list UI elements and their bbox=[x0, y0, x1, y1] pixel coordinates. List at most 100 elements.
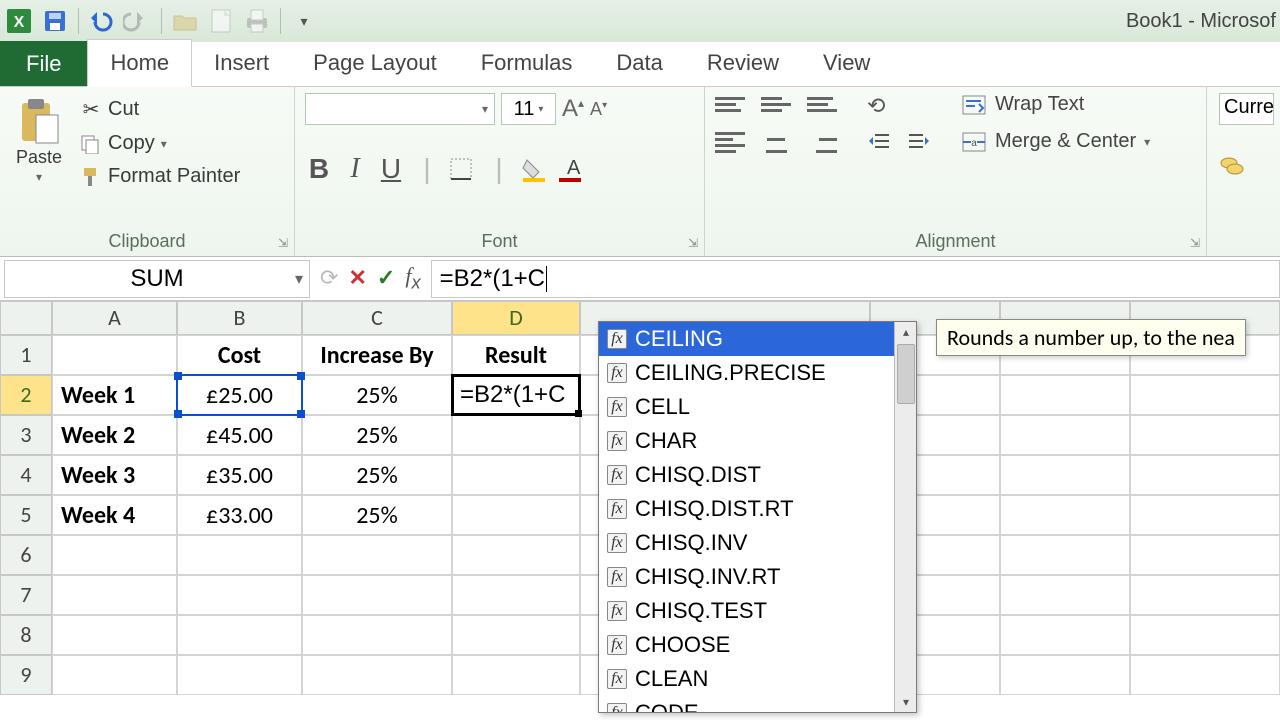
cell-C3[interactable]: 25% bbox=[302, 415, 452, 455]
autocomplete-item[interactable]: fxCEILING.PRECISE bbox=[599, 356, 894, 390]
cell[interactable] bbox=[452, 615, 580, 655]
scroll-thumb[interactable] bbox=[897, 344, 915, 404]
cell-D1[interactable]: Result bbox=[452, 335, 580, 375]
format-painter-button[interactable]: Format Painter bbox=[78, 161, 242, 192]
cell-B4[interactable]: £35.00 bbox=[177, 455, 302, 495]
save-icon[interactable] bbox=[40, 6, 70, 36]
autocomplete-item[interactable]: fxCHOOSE bbox=[599, 628, 894, 662]
cancel-formula-icon[interactable]: ⟳ bbox=[320, 265, 338, 291]
font-family-select[interactable]: ▾ bbox=[305, 93, 495, 125]
cell-C5[interactable]: 25% bbox=[302, 495, 452, 535]
select-all-corner[interactable] bbox=[0, 301, 52, 335]
fx-icon[interactable]: fx bbox=[405, 263, 420, 293]
row-header-8[interactable]: 8 bbox=[0, 615, 52, 655]
scroll-up-icon[interactable]: ▴ bbox=[895, 322, 917, 342]
orientation-icon[interactable]: ⟲ bbox=[867, 93, 885, 119]
cell[interactable] bbox=[302, 655, 452, 695]
scrollbar[interactable]: ▴ ▾ bbox=[894, 322, 916, 712]
align-left-icon[interactable] bbox=[715, 131, 745, 153]
cell-B1[interactable]: Cost bbox=[177, 335, 302, 375]
merge-center-button[interactable]: a Merge & Center ▾ bbox=[961, 130, 1150, 153]
col-header-D[interactable]: D bbox=[452, 301, 580, 335]
cell[interactable] bbox=[1000, 615, 1130, 655]
cell[interactable] bbox=[1000, 375, 1130, 415]
cell-C1[interactable]: Increase By bbox=[302, 335, 452, 375]
cell-A5[interactable]: Week 4 bbox=[52, 495, 177, 535]
print-icon[interactable] bbox=[242, 6, 272, 36]
cell[interactable] bbox=[302, 615, 452, 655]
cell[interactable] bbox=[177, 575, 302, 615]
autocomplete-item[interactable]: fxCHISQ.INV bbox=[599, 526, 894, 560]
bold-button[interactable]: B bbox=[305, 153, 333, 185]
autocomplete-item[interactable]: fxCEILING bbox=[599, 322, 894, 356]
open-icon[interactable] bbox=[170, 6, 200, 36]
font-color-button[interactable]: A bbox=[557, 156, 585, 182]
cell[interactable] bbox=[52, 655, 177, 695]
increase-indent-icon[interactable] bbox=[907, 131, 931, 153]
align-middle-icon[interactable] bbox=[761, 93, 791, 115]
cell[interactable] bbox=[52, 615, 177, 655]
cell[interactable] bbox=[1130, 455, 1280, 495]
fill-handle[interactable] bbox=[575, 410, 582, 417]
autocomplete-item[interactable]: fxCLEAN bbox=[599, 662, 894, 696]
cell[interactable] bbox=[1130, 495, 1280, 535]
cell[interactable] bbox=[1130, 655, 1280, 695]
cell[interactable] bbox=[1130, 415, 1280, 455]
cell[interactable] bbox=[52, 575, 177, 615]
row-header-4[interactable]: 4 bbox=[0, 455, 52, 495]
autocomplete-item[interactable]: fxCHAR bbox=[599, 424, 894, 458]
underline-button[interactable]: U bbox=[377, 153, 405, 185]
shrink-font-icon[interactable]: A▾ bbox=[590, 99, 607, 120]
name-box[interactable]: SUM ▾ bbox=[4, 260, 310, 298]
cell[interactable] bbox=[302, 575, 452, 615]
tab-insert[interactable]: Insert bbox=[192, 40, 291, 86]
cell[interactable] bbox=[452, 655, 580, 695]
autocomplete-item[interactable]: fxCELL bbox=[599, 390, 894, 424]
cell[interactable] bbox=[1000, 495, 1130, 535]
row-header-9[interactable]: 9 bbox=[0, 655, 52, 695]
cancel-icon[interactable]: ✕ bbox=[348, 265, 366, 291]
font-size-select[interactable]: 11▾ bbox=[501, 93, 556, 125]
tab-formulas[interactable]: Formulas bbox=[459, 40, 595, 86]
col-header-B[interactable]: B bbox=[177, 301, 302, 335]
enter-icon[interactable]: ✓ bbox=[377, 265, 395, 291]
paste-button[interactable]: Paste ▾ bbox=[10, 93, 68, 188]
fill-color-button[interactable] bbox=[521, 156, 549, 182]
grow-font-icon[interactable]: A▴ bbox=[562, 95, 584, 123]
cell-D4[interactable] bbox=[452, 455, 580, 495]
autocomplete-item[interactable]: fxCHISQ.DIST bbox=[599, 458, 894, 492]
cell[interactable] bbox=[1130, 535, 1280, 575]
scroll-down-icon[interactable]: ▾ bbox=[895, 692, 917, 712]
cell[interactable] bbox=[452, 535, 580, 575]
cell[interactable] bbox=[1000, 535, 1130, 575]
cell[interactable] bbox=[1130, 615, 1280, 655]
cell-A2[interactable]: Week 1 bbox=[52, 375, 177, 415]
row-header-5[interactable]: 5 bbox=[0, 495, 52, 535]
align-top-icon[interactable] bbox=[715, 93, 745, 115]
undo-icon[interactable] bbox=[87, 6, 117, 36]
row-header-2[interactable]: 2 bbox=[0, 375, 52, 415]
tab-home[interactable]: Home bbox=[87, 39, 192, 87]
cell[interactable] bbox=[177, 615, 302, 655]
autocomplete-item[interactable]: fxCHISQ.INV.RT bbox=[599, 560, 894, 594]
cell[interactable] bbox=[52, 535, 177, 575]
align-right-icon[interactable] bbox=[807, 131, 837, 153]
row-header-6[interactable]: 6 bbox=[0, 535, 52, 575]
active-cell-editor[interactable]: =B2*(1+C bbox=[451, 374, 581, 416]
row-header-7[interactable]: 7 bbox=[0, 575, 52, 615]
row-header-3[interactable]: 3 bbox=[0, 415, 52, 455]
tab-data[interactable]: Data bbox=[594, 40, 684, 86]
decrease-indent-icon[interactable] bbox=[867, 131, 891, 153]
cell-D5[interactable] bbox=[452, 495, 580, 535]
autocomplete-item[interactable]: fxCHISQ.DIST.RT bbox=[599, 492, 894, 526]
cell[interactable] bbox=[177, 535, 302, 575]
row-header-1[interactable]: 1 bbox=[0, 335, 52, 375]
redo-icon[interactable] bbox=[123, 6, 153, 36]
cell[interactable] bbox=[1000, 575, 1130, 615]
cut-button[interactable]: ✂ Cut bbox=[78, 93, 242, 126]
borders-button[interactable] bbox=[449, 157, 477, 181]
cell[interactable] bbox=[1130, 575, 1280, 615]
align-bottom-icon[interactable] bbox=[807, 93, 837, 115]
cell[interactable] bbox=[1000, 655, 1130, 695]
col-header-A[interactable]: A bbox=[52, 301, 177, 335]
